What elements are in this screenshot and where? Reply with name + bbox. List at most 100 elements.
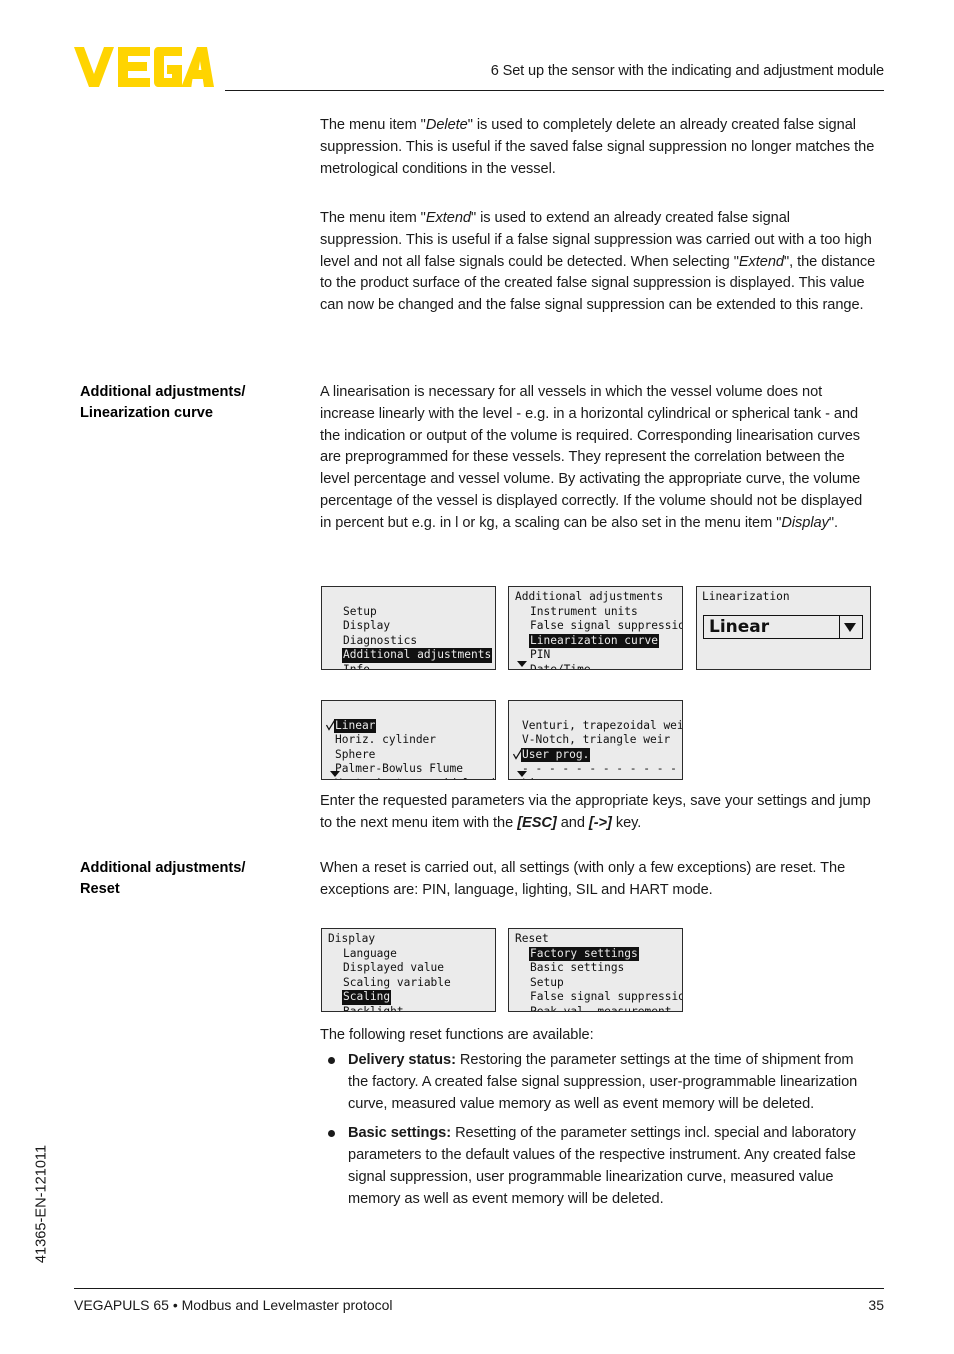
lcd-menu-item-label: Scaling variable [343,975,451,989]
lcd-menu-item[interactable]: Backlight [322,1004,495,1012]
lcd-menu-item[interactable]: Info [322,662,495,670]
bullet-dot-icon [328,1130,335,1138]
lcd-menu-item[interactable]: Scaling [322,990,495,1005]
lcd-panel-title-label: Additional adjustments [515,590,664,603]
lcd-panel-main-menu[interactable]: Setup Display Diagnostics Additional adjust… [321,586,496,670]
lcd-menu-item-label: Scaling [342,990,392,1005]
lcd-menu-item-label: Info [343,662,370,670]
lcd-menu-item-label: Palmer-Bowlus Flume [335,762,463,776]
lcd-menu-item[interactable]: Sphere [322,748,495,763]
check-icon [513,748,522,760]
bullet-dot-icon [328,1057,335,1064]
list-item-term: Basic settings: [348,1125,452,1142]
lcd-panel-curve-list-1[interactable]: Linear Horiz. cylinder Sphere Palmer-Bowlus… [321,700,496,780]
chevron-down-icon[interactable] [839,616,862,638]
header-divider [225,90,884,91]
lcd-panel-title: Linearization [702,590,790,603]
lcd-menu-item[interactable]: PIN [509,648,682,663]
lcd-spacer [322,704,495,719]
paragraph-linearisation: A linearisation is necessary for all ves… [320,382,876,535]
lcd-menu-item[interactable]: Display [322,619,495,634]
lcd-menu-item-label: Horiz. cylinder [335,733,437,747]
lcd-menu-item[interactable]: Setup [322,605,495,620]
margin-heading-line: Additional adjustments/ [80,384,246,400]
key-right-arrow: [->] [588,814,612,831]
linearization-selected-value: Linear [709,617,770,637]
lcd-menu-item-label: Sphere [335,747,376,761]
scroll-down-arrow-icon[interactable] [330,771,340,777]
emphasis-extend: Extend [425,210,471,226]
check-icon [326,719,335,731]
lcd-menu-item-label: Language [343,946,397,960]
lcd-panel-curve-list-2[interactable]: Venturi, trapezoidal weir V-Notch, triang… [508,700,683,780]
lcd-menu-item[interactable]: User prog. [509,747,682,763]
lcd-menu-item[interactable]: V-Notch, triangle weir [509,733,682,748]
lcd-menu-item[interactable]: Venturi, trapezoidal weir [509,719,682,734]
lcd-panel-title: Additional adjustments [509,590,682,605]
page-number: 35 [868,1297,884,1313]
lcd-menu-item-label: Venturi, trapezoidal weir [334,777,495,779]
lcd-menu-item[interactable]: Linearization curve [509,633,682,649]
lcd-menu-item[interactable]: False signal suppression [509,619,682,634]
lcd-menu-item[interactable]: Basic settings [509,961,682,976]
lcd-panel-linearization-dropdown[interactable]: Linearization Linear [696,586,871,670]
lcd-menu-item[interactable]: Language [322,947,495,962]
text-run: The menu item " [320,210,426,226]
scroll-down-arrow-icon[interactable] [517,771,527,777]
lcd-menu-item-label: Linearization curve [529,633,659,649]
page-header: 6 Set up the sensor with the indicating … [0,0,954,98]
lcd-menu-item[interactable]: Linear [322,718,495,734]
lcd-menu-item-label: Setup [530,975,564,989]
emphasis-delete: Delete [425,117,468,133]
lcd-menu-item[interactable]: Linear [509,777,682,779]
list-item: Basic settings: Resetting of the paramet… [320,1123,876,1210]
lcd-menu-item-label: Setup [343,604,377,618]
lcd-separator-label: - - - - - - - - - - - - - - - - - - [522,762,682,776]
emphasis-extend-2: Extend [738,253,784,270]
lcd-menu-item[interactable]: Date/Time [509,662,682,670]
lcd-panel-title: Display [322,932,495,947]
lcd-menu-item[interactable]: Venturi, trapezoidal weir [322,777,495,779]
lcd-menu-item-label: Venturi, trapezoidal weir [522,718,683,732]
lcd-panel-title-label: Display [328,932,376,945]
lcd-menu-item-label: Date/Time [530,662,591,670]
page-title: 6 Set up the sensor with the indicating … [490,63,884,79]
lcd-menu-item-label: Additional adjustments [342,648,493,663]
lcd-menu-item[interactable]: Diagnostics [322,634,495,649]
lcd-menu-item[interactable]: Setup [509,976,682,991]
lcd-menu-item[interactable]: Scaling variable [322,976,495,991]
margin-heading-linearization: Additional adjustments/Linearization cur… [80,382,305,423]
lcd-menu-item[interactable]: Instrument units [509,605,682,620]
text-run: and [556,814,589,831]
lcd-panel-display-menu[interactable]: Display Language Displayed value Scaling va… [321,928,496,1012]
lcd-spacer [509,704,682,719]
lcd-menu-item[interactable]: Factory settings [509,946,682,962]
lcd-menu-item-label: Backlight [343,1004,404,1012]
lcd-panel-reset-menu[interactable]: Reset Factory settings Basic settings Setup… [508,928,683,1012]
linearization-select[interactable]: Linear [703,615,863,639]
document-id-vertical: 41365-EN-121011 [33,1144,50,1264]
lcd-menu-item-label: Basic settings [530,961,625,975]
lcd-menu-item[interactable]: False signal suppression [509,990,682,1005]
lcd-separator: - - - - - - - - - - - - - - - - - - [509,762,682,777]
scroll-down-arrow-icon[interactable] [517,661,527,667]
lcd-menu-item[interactable]: Peak val. measurement [509,1004,682,1012]
lcd-menu-item[interactable]: Horiz. cylinder [322,733,495,748]
key-esc: [ESC] [517,814,557,831]
lcd-menu-item-label: Diagnostics [343,633,418,647]
lcd-menu-item[interactable]: Displayed value [322,961,495,976]
paragraph-delete-menu-item: The menu item "Delete" is used to comple… [320,115,876,180]
lcd-menu-item-label: Displayed value [343,961,445,975]
lcd-menu-item[interactable]: Additional adjustments [322,648,495,663]
lcd-menu-item-label: Peak val. measurement [530,1004,672,1012]
paragraph-extend-menu-item: The menu item "Extend" is used to extend… [320,208,876,317]
text-run: A linearisation is necessary for all ves… [320,384,863,531]
margin-heading-line: Linearization curve [80,404,214,421]
footer-divider [74,1288,884,1289]
lcd-menu-item-label: Linear [521,777,563,779]
text-run: The menu item " [320,117,426,133]
lcd-spacer [322,590,495,605]
lcd-panel-additional-adjustments[interactable]: Additional adjustments Instrument units Fa… [508,586,683,670]
paragraph-reset: When a reset is carried out, all setting… [320,860,846,898]
lcd-menu-item[interactable]: Palmer-Bowlus Flume [322,762,495,777]
